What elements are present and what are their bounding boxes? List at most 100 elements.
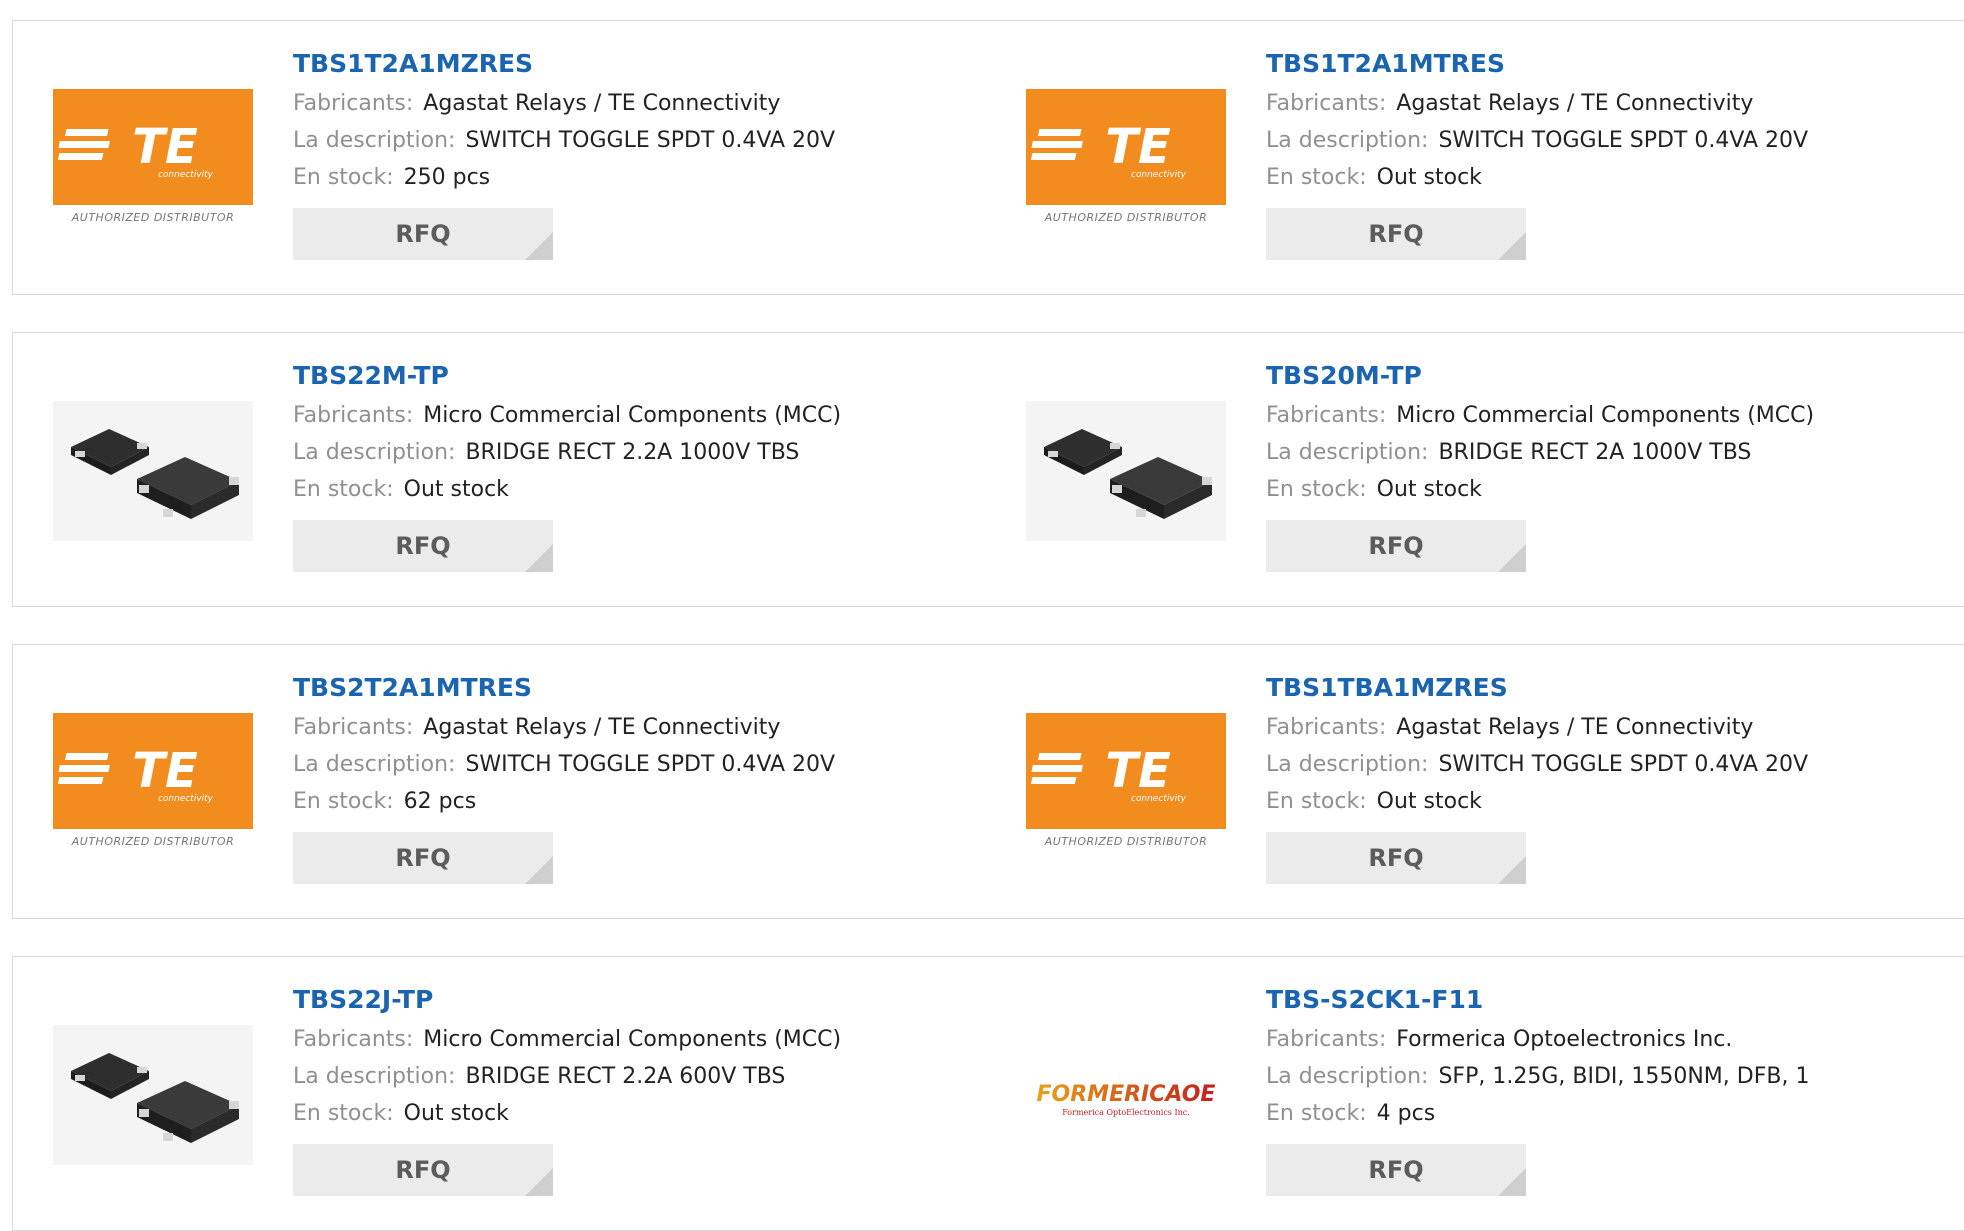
description-value: SFP, 1.25G, BIDI, 1550NM, DFB, 1: [1438, 1064, 1810, 1089]
part-number-link[interactable]: TBS1T2A1MZRES: [293, 49, 979, 79]
manufacturer-label: Fabricants:: [1266, 715, 1387, 740]
svg-text:connectivity: connectivity: [1131, 794, 1187, 804]
description-row: La description: BRIDGE RECT 2.2A 1000V TB…: [293, 434, 979, 471]
stock-row: En stock: Out stock: [293, 1095, 979, 1132]
chip-package-image: [1026, 401, 1226, 541]
description-row: La description: BRIDGE RECT 2.2A 600V TBS: [293, 1058, 979, 1095]
part-number-link[interactable]: TBS22J-TP: [293, 985, 979, 1015]
product-image[interactable]: FORMERICAOE Formerica OptoElectronics In…: [1026, 1025, 1226, 1165]
product-info: TBS2T2A1MTRES Fabricants: Agastat Relays …: [293, 673, 979, 884]
manufacturer-label: Fabricants:: [293, 715, 414, 740]
part-number-link[interactable]: TBS1TBA1MZRES: [1266, 673, 1957, 703]
stock-label: En stock:: [293, 165, 394, 190]
rfq-button[interactable]: RFQ: [1266, 1144, 1526, 1196]
svg-text:AUTHORIZED DISTRIBUTOR: AUTHORIZED DISTRIBUTOR: [1044, 835, 1208, 848]
manufacturer-row: Fabricants: Agastat Relays / TE Connectiv…: [293, 85, 979, 122]
chip-package-image: [53, 1025, 253, 1165]
manufacturer-label: Fabricants:: [1266, 91, 1387, 116]
stock-label: En stock:: [293, 1101, 394, 1126]
product-image[interactable]: TE connectivity AUTHORIZED DISTRIBUTOR: [53, 89, 253, 229]
part-number-link[interactable]: TBS1T2A1MTRES: [1266, 49, 1957, 79]
product-image[interactable]: TE connectivity AUTHORIZED DISTRIBUTOR: [53, 713, 253, 853]
rfq-button[interactable]: RFQ: [293, 832, 553, 884]
svg-text:connectivity: connectivity: [158, 794, 214, 804]
product-image[interactable]: TE connectivity AUTHORIZED DISTRIBUTOR: [1026, 713, 1226, 853]
manufacturer-row: Fabricants: Micro Commercial Components (…: [293, 1021, 979, 1058]
rfq-button[interactable]: RFQ: [293, 520, 553, 572]
description-label: La description:: [1266, 440, 1429, 465]
stock-row: En stock: Out stock: [293, 471, 979, 508]
manufacturer-value: Agastat Relays / TE Connectivity: [1396, 91, 1754, 116]
svg-text:FORMERICAOE: FORMERICAOE: [1037, 1082, 1216, 1107]
part-number-link[interactable]: TBS20M-TP: [1266, 361, 1957, 391]
description-value: BRIDGE RECT 2.2A 600V TBS: [465, 1064, 786, 1089]
te-connectivity-logo: TE connectivity AUTHORIZED DISTRIBUTOR: [53, 713, 253, 848]
stock-value: 62 pcs: [403, 789, 477, 814]
rfq-button-label: RFQ: [1368, 844, 1424, 872]
rfq-corner-decoration: [1498, 856, 1526, 884]
product-card: TE connectivity AUTHORIZED DISTRIBUTOR T…: [986, 20, 1964, 295]
product-info: TBS22M-TP Fabricants: Micro Commercial Co…: [293, 361, 979, 572]
part-number-link[interactable]: TBS2T2A1MTRES: [293, 673, 979, 703]
manufacturer-value: Formerica Optoelectronics Inc.: [1396, 1027, 1733, 1052]
description-row: La description: SWITCH TOGGLE SPDT 0.4VA …: [1266, 746, 1957, 783]
part-number-link[interactable]: TBS22M-TP: [293, 361, 979, 391]
rfq-corner-decoration: [525, 1168, 553, 1196]
product-info: TBS22J-TP Fabricants: Micro Commercial Co…: [293, 985, 979, 1196]
rfq-button-label: RFQ: [1368, 1156, 1424, 1184]
rfq-button[interactable]: RFQ: [1266, 520, 1526, 572]
description-value: SWITCH TOGGLE SPDT 0.4VA 20V: [1438, 128, 1809, 153]
stock-row: En stock: Out stock: [1266, 783, 1957, 820]
manufacturer-row: Fabricants: Micro Commercial Components (…: [1266, 397, 1957, 434]
product-image[interactable]: TE connectivity AUTHORIZED DISTRIBUTOR: [1026, 89, 1226, 229]
formerica-logo: FORMERICAOE Formerica OptoElectronics In…: [1037, 1082, 1216, 1117]
rfq-button[interactable]: RFQ: [1266, 832, 1526, 884]
product-info: TBS20M-TP Fabricants: Micro Commercial Co…: [1266, 361, 1957, 572]
manufacturer-label: Fabricants:: [1266, 403, 1387, 428]
te-connectivity-logo: TE connectivity AUTHORIZED DISTRIBUTOR: [1026, 713, 1226, 848]
stock-row: En stock: 250 pcs: [293, 159, 979, 196]
stock-label: En stock:: [1266, 477, 1367, 502]
rfq-button-label: RFQ: [395, 844, 451, 872]
svg-text:TE: TE: [132, 743, 198, 799]
rfq-button[interactable]: RFQ: [293, 1144, 553, 1196]
description-value: SWITCH TOGGLE SPDT 0.4VA 20V: [1438, 752, 1809, 777]
stock-value: Out stock: [403, 1101, 509, 1126]
description-label: La description:: [293, 128, 456, 153]
svg-text:AUTHORIZED DISTRIBUTOR: AUTHORIZED DISTRIBUTOR: [71, 835, 235, 848]
description-label: La description:: [1266, 1064, 1429, 1089]
rfq-corner-decoration: [525, 232, 553, 260]
stock-label: En stock:: [1266, 165, 1367, 190]
stock-row: En stock: Out stock: [1266, 471, 1957, 508]
description-row: La description: SWITCH TOGGLE SPDT 0.4VA …: [293, 122, 979, 159]
description-label: La description:: [1266, 128, 1429, 153]
stock-value: Out stock: [1376, 477, 1482, 502]
rfq-corner-decoration: [1498, 1168, 1526, 1196]
product-image[interactable]: [1026, 401, 1226, 541]
product-image[interactable]: [53, 1025, 253, 1165]
product-image[interactable]: [53, 401, 253, 541]
rfq-button-label: RFQ: [1368, 532, 1424, 560]
product-card: TBS20M-TP Fabricants: Micro Commercial Co…: [986, 332, 1964, 607]
stock-row: En stock: 62 pcs: [293, 783, 979, 820]
rfq-button[interactable]: RFQ: [1266, 208, 1526, 260]
part-number-link[interactable]: TBS-S2CK1-F11: [1266, 985, 1957, 1015]
rfq-button[interactable]: RFQ: [293, 208, 553, 260]
manufacturer-value: Agastat Relays / TE Connectivity: [1396, 715, 1754, 740]
rfq-button-label: RFQ: [395, 532, 451, 560]
rfq-button-label: RFQ: [395, 220, 451, 248]
product-card: TE connectivity AUTHORIZED DISTRIBUTOR T…: [12, 644, 990, 919]
chip-package-image: [53, 401, 253, 541]
te-connectivity-logo: TE connectivity AUTHORIZED DISTRIBUTOR: [53, 89, 253, 224]
stock-value: Out stock: [1376, 165, 1482, 190]
description-label: La description:: [1266, 752, 1429, 777]
manufacturer-label: Fabricants:: [293, 91, 414, 116]
rfq-corner-decoration: [525, 856, 553, 884]
stock-row: En stock: 4 pcs: [1266, 1095, 1957, 1132]
stock-label: En stock:: [293, 789, 394, 814]
description-label: La description:: [293, 440, 456, 465]
manufacturer-value: Micro Commercial Components (MCC): [1396, 403, 1815, 428]
product-info: TBS1T2A1MZRES Fabricants: Agastat Relays …: [293, 49, 979, 260]
manufacturer-value: Agastat Relays / TE Connectivity: [423, 715, 781, 740]
description-row: La description: BRIDGE RECT 2A 1000V TBS: [1266, 434, 1957, 471]
